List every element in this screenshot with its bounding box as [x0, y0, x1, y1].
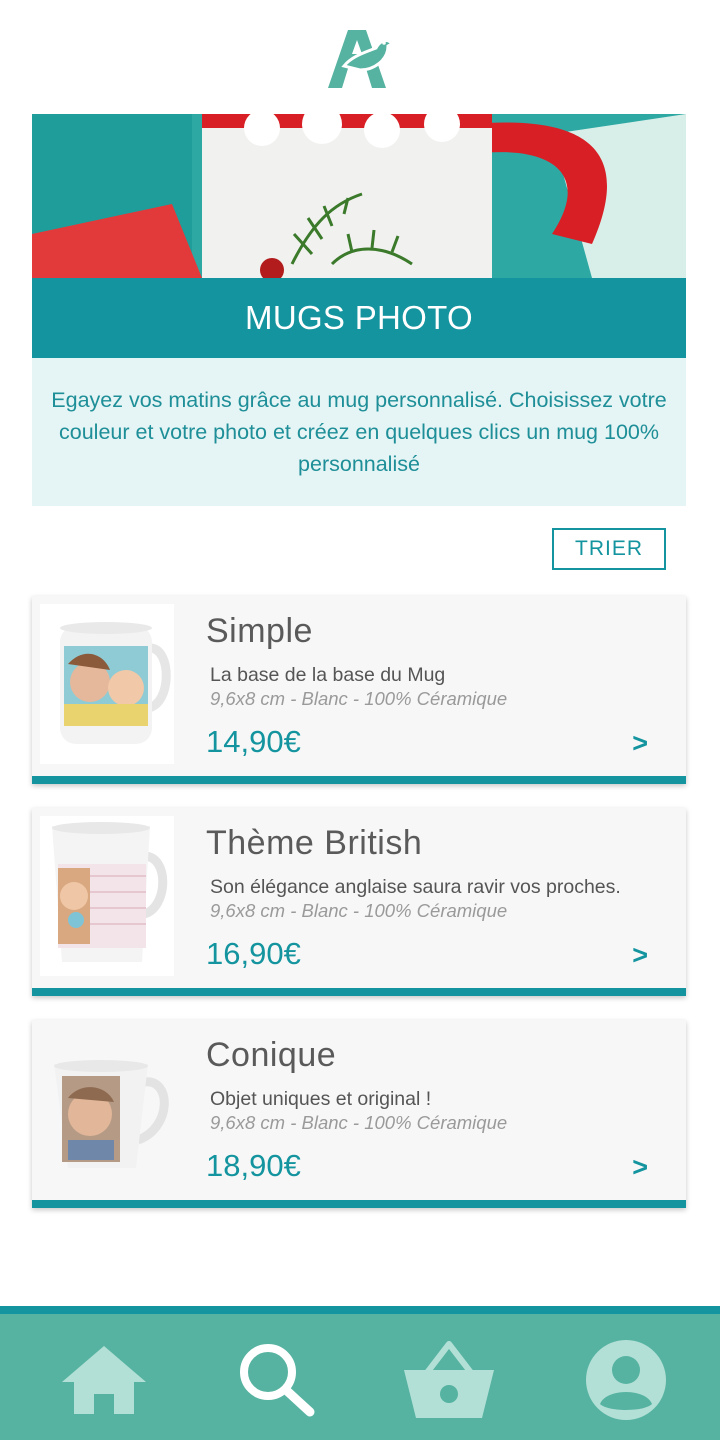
auchan-bird-logo-icon	[328, 30, 395, 88]
product-name: Conique	[206, 1036, 337, 1074]
product-name: Thème British	[206, 824, 423, 862]
card-accent-bar	[32, 776, 686, 784]
product-image	[40, 816, 174, 976]
chevron-right-icon[interactable]: >	[632, 1152, 648, 1183]
product-card-conique[interactable]: Conique Objet uniques et original ! 9,6x…	[32, 1020, 686, 1208]
product-card-simple[interactable]: Simple La base de la base du Mug 9,6x8 c…	[32, 596, 686, 784]
bottom-navigation	[0, 1306, 720, 1440]
nav-basket[interactable]	[402, 1338, 496, 1422]
nav-search[interactable]	[236, 1338, 320, 1422]
product-name: Simple	[206, 612, 313, 650]
nav-home[interactable]	[60, 1338, 148, 1422]
brand-logo[interactable]	[326, 26, 395, 90]
home-icon	[62, 1346, 146, 1414]
account-icon	[586, 1340, 666, 1420]
chevron-right-icon[interactable]: >	[632, 940, 648, 971]
product-description: Objet uniques et original !	[210, 1088, 432, 1110]
product-spec: 9,6x8 cm - Blanc - 100% Céramique	[210, 1112, 508, 1133]
category-title: MUGS PHOTO	[245, 299, 473, 336]
product-price: 16,90€	[206, 936, 301, 971]
sort-button[interactable]: TRIER	[552, 528, 666, 570]
product-spec: 9,6x8 cm - Blanc - 100% Céramique	[210, 900, 508, 921]
category-banner: MUGS PHOTO	[32, 278, 686, 358]
product-image	[40, 1028, 174, 1188]
card-accent-bar	[32, 988, 686, 996]
product-description: La base de la base du Mug	[210, 664, 446, 686]
chevron-right-icon[interactable]: >	[632, 728, 648, 759]
card-accent-bar	[32, 1200, 686, 1208]
product-spec: 9,6x8 cm - Blanc - 100% Céramique	[210, 688, 508, 709]
product-price: 14,90€	[206, 724, 301, 759]
product-image	[40, 604, 174, 764]
product-description: Son élégance anglaise saura ravir vos pr…	[210, 876, 621, 898]
basket-icon	[404, 1341, 494, 1418]
search-icon	[240, 1344, 315, 1417]
category-description: Egayez vos matins grâce au mug personnal…	[51, 388, 667, 476]
nav-account[interactable]	[584, 1338, 668, 1422]
hero-image	[32, 114, 686, 278]
category-description-box: Egayez vos matins grâce au mug personnal…	[32, 358, 686, 506]
product-price: 18,90€	[206, 1148, 301, 1183]
product-card-british[interactable]: Thème British Son élégance anglaise saur…	[32, 808, 686, 996]
